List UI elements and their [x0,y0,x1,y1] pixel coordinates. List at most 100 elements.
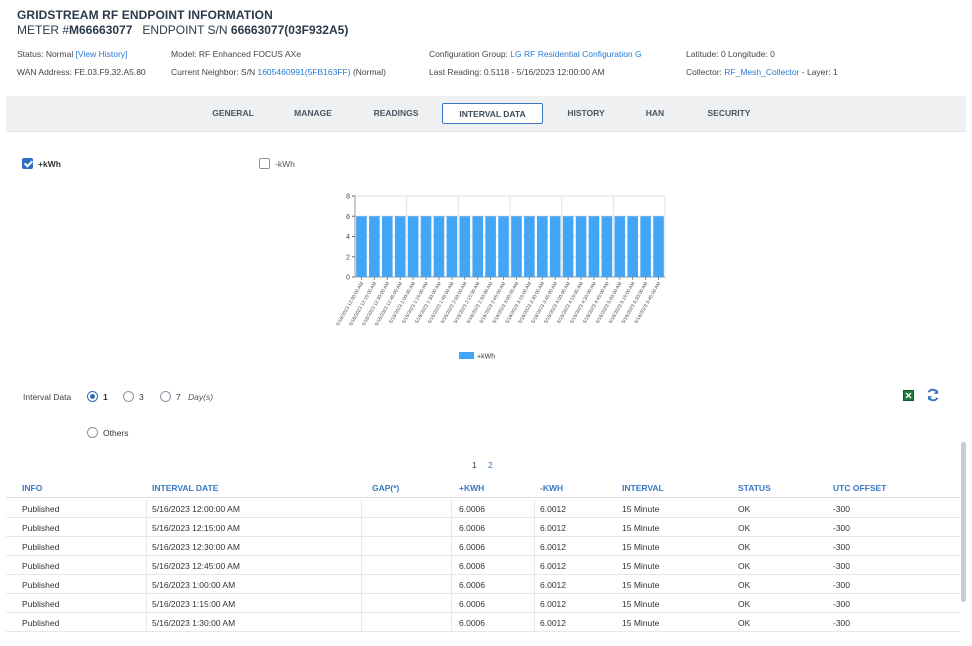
cell-divider [361,556,362,574]
chart-legend: +kWh [459,352,495,361]
cell-divider [146,537,147,555]
chart-bar[interactable] [420,216,432,277]
interval-7-day-radio[interactable] [160,391,171,402]
y-tick-label: 2 [346,254,350,261]
table-header: INFO INTERVAL DATE GAP(*) +KWH -KWH INTE… [6,478,960,498]
chart-bar[interactable] [524,216,535,277]
chart-bar[interactable] [601,216,613,277]
chart-bar[interactable] [472,216,484,277]
tab-security[interactable]: SECURITY [696,103,762,124]
collector-layer: - Layer: 1 [801,67,838,77]
table-cell: 15 Minute [622,599,660,609]
chart-bar[interactable] [562,216,574,277]
table-cell: OK [738,599,751,609]
interval-3-day-radio[interactable] [123,391,134,402]
view-history-link[interactable]: [View History] [76,49,128,59]
minus-kwh-label: -kWh [275,159,295,169]
table-cell: 6.0006 [459,542,485,552]
tab-manage[interactable]: MANAGE [280,103,346,124]
col-info[interactable]: INFO [22,483,42,493]
neighbor-link[interactable]: 1605460991(5FB163FF) [257,67,350,77]
table-cell: Published [22,504,60,514]
vertical-scrollbar[interactable] [961,442,966,602]
config-group-link[interactable]: LG RF Residential Configuration G [510,49,641,59]
chart-bar[interactable] [381,216,393,277]
tab-readings[interactable]: READINGS [360,103,432,124]
col-interval-date[interactable]: INTERVAL DATE [152,483,218,493]
col-gap[interactable]: GAP(*) [372,483,399,493]
collector-link[interactable]: RF_Mesh_Collector [724,67,799,77]
table-cell: 6.0006 [459,504,485,514]
excel-export-icon[interactable] [903,390,914,401]
table-row[interactable]: Published 5/16/2023 1:15:00 AM 6.0006 6.001… [6,594,960,613]
chart-bar[interactable] [446,216,458,277]
chart-bar[interactable] [407,216,419,277]
col-interval[interactable]: INTERVAL [622,483,664,493]
chart-bar[interactable] [485,216,496,277]
chart-bar[interactable] [369,216,380,277]
table-cell: 15 Minute [622,523,660,533]
table-cell: 5/16/2023 12:00:00 AM [152,504,240,514]
interval-1-day-radio[interactable] [87,391,98,402]
chart-bar[interactable] [511,216,522,277]
tab-interval-data[interactable]: INTERVAL DATA [442,103,543,124]
chart-bar[interactable] [536,216,548,277]
cell-divider [534,594,535,612]
table-row[interactable]: Published 5/16/2023 1:00:00 AM 6.0006 6.001… [6,575,960,594]
status-info: Status: Normal [View History] [17,49,127,59]
table-cell: OK [738,523,751,533]
table-cell: 5/16/2023 12:15:00 AM [152,523,240,533]
table-row[interactable]: Published 5/16/2023 12:45:00 AM 6.0006 6.00… [6,556,960,575]
refresh-icon[interactable] [926,388,940,402]
table-row[interactable]: Published 5/16/2023 12:00:00 AM 6.0006 6.00… [6,499,960,518]
chart-bar[interactable] [549,216,561,277]
plus-kwh-checkbox[interactable] [22,158,33,169]
chart-bar[interactable] [653,216,664,277]
minus-kwh-checkbox[interactable] [259,158,270,169]
chart-bar[interactable] [640,216,651,277]
table-cell: 5/16/2023 1:15:00 AM [152,599,236,609]
chart-bar[interactable] [433,216,445,277]
pager-page-2[interactable]: 2 [488,460,493,470]
table-cell: 5/16/2023 1:30:00 AM [152,618,236,628]
cell-divider [451,594,452,612]
page-header: GRIDSTREAM RF ENDPOINT INFORMATION METER… [17,8,348,37]
table-cell: 6.0006 [459,523,485,533]
table-cell: Published [22,523,60,533]
cell-divider [146,518,147,536]
table-cell: -300 [833,542,851,552]
col-minus-kwh[interactable]: -KWH [540,483,563,493]
interval-others-radio[interactable] [87,427,98,438]
col-plus-kwh[interactable]: +KWH [459,483,484,493]
others-label: Others [103,428,129,438]
table-cell: 15 Minute [622,618,660,628]
chart-bar[interactable] [356,216,367,277]
legend-label[interactable]: +kWh [477,354,495,361]
col-status[interactable]: STATUS [738,483,771,493]
wan-address: WAN Address: FE.03.F9.32.A5.80 [17,67,146,77]
pager-page-1[interactable]: 1 [472,460,477,470]
lat-lon: Latitude: 0 Longitude: 0 [686,49,775,59]
cell-divider [534,556,535,574]
chart-bar[interactable] [614,216,626,277]
last-reading: Last Reading: 0.5118 - 5/16/2023 12:00:0… [429,67,605,77]
table-row[interactable]: Published 5/16/2023 12:15:00 AM 6.0006 6.00… [6,518,960,537]
chart-x-labels: 5/16/2023 12:00:00 AM5/16/2023 12:15:00 … [335,277,662,327]
chart-bar[interactable] [575,216,587,277]
cell-divider [534,537,535,555]
chart-bar[interactable] [394,216,406,277]
col-utc-offset[interactable]: UTC OFFSET [833,483,886,493]
chart-bar[interactable] [588,216,600,277]
chart-bar[interactable] [498,216,509,277]
collector-info: Collector: RF_Mesh_Collector - Layer: 1 [686,67,838,77]
table-cell: 6.0012 [540,504,566,514]
table-row[interactable]: Published 5/16/2023 12:30:00 AM 6.0006 6.00… [6,537,960,556]
tab-han[interactable]: HAN [634,103,676,124]
table-row[interactable]: Published 5/16/2023 1:30:00 AM 6.0006 6.001… [6,613,960,632]
tab-general[interactable]: GENERAL [196,103,270,124]
table-cell: 5/16/2023 12:30:00 AM [152,542,240,552]
table-cell: -300 [833,580,851,590]
chart-bar[interactable] [627,216,639,277]
chart-bar[interactable] [459,216,471,277]
tab-history[interactable]: HISTORY [554,103,618,124]
